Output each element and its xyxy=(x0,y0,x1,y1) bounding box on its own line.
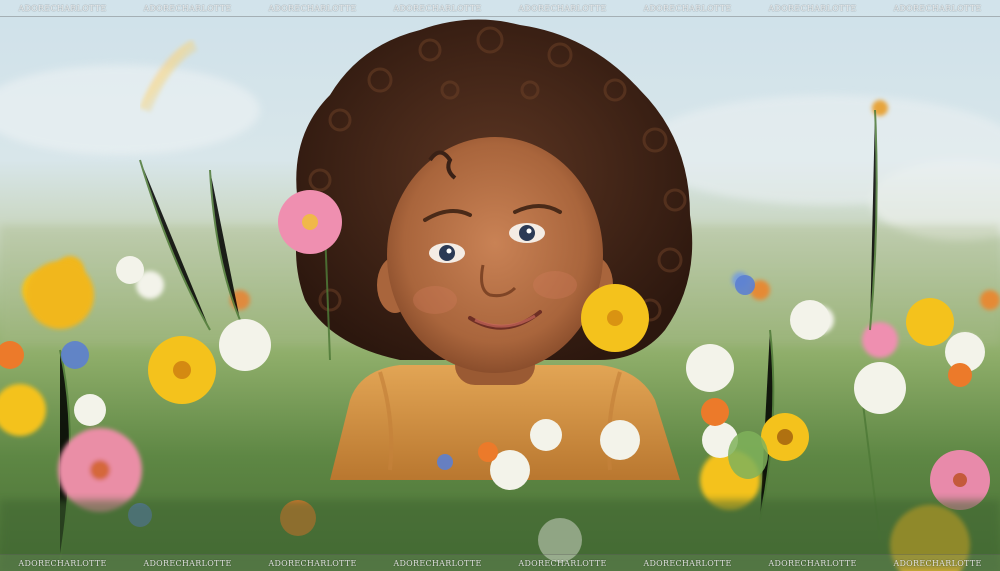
photo-scene: ADORECHARLOTTE ADORECHARLOTTE ADORECHARL… xyxy=(0,0,1000,571)
watermark-text: ADORECHARLOTTE xyxy=(268,558,357,568)
watermark-text: ADORECHARLOTTE xyxy=(893,3,982,13)
watermark-text: ADORECHARLOTTE xyxy=(768,558,857,568)
watermark-text: ADORECHARLOTTE xyxy=(268,3,357,13)
watermark-strip-bottom: ADORECHARLOTTE ADORECHARLOTTE ADORECHARL… xyxy=(0,554,1000,571)
watermark-text: ADORECHARLOTTE xyxy=(518,3,607,13)
watermark-text: ADORECHARLOTTE xyxy=(18,3,107,13)
watermark-text: ADORECHARLOTTE xyxy=(143,3,232,13)
watermark-text: ADORECHARLOTTE xyxy=(143,558,232,568)
watermark-text: ADORECHARLOTTE xyxy=(893,558,982,568)
face xyxy=(387,137,603,373)
watermark-strip-top: ADORECHARLOTTE ADORECHARLOTTE ADORECHARL… xyxy=(0,0,1000,17)
watermark-text: ADORECHARLOTTE xyxy=(518,558,607,568)
green-bud xyxy=(728,431,768,479)
watermark-text: ADORECHARLOTTE xyxy=(393,558,482,568)
pink-flower-bottom-left xyxy=(58,428,142,512)
watermark-text: ADORECHARLOTTE xyxy=(393,3,482,13)
photo-illustration xyxy=(0,19,1000,571)
pink-flower-left xyxy=(278,190,342,254)
watermark-text: ADORECHARLOTTE xyxy=(768,3,857,13)
watermark-text: ADORECHARLOTTE xyxy=(18,558,107,568)
child-figure xyxy=(296,19,693,480)
watermark-text: ADORECHARLOTTE xyxy=(643,3,732,13)
watermark-text: ADORECHARLOTTE xyxy=(643,558,732,568)
